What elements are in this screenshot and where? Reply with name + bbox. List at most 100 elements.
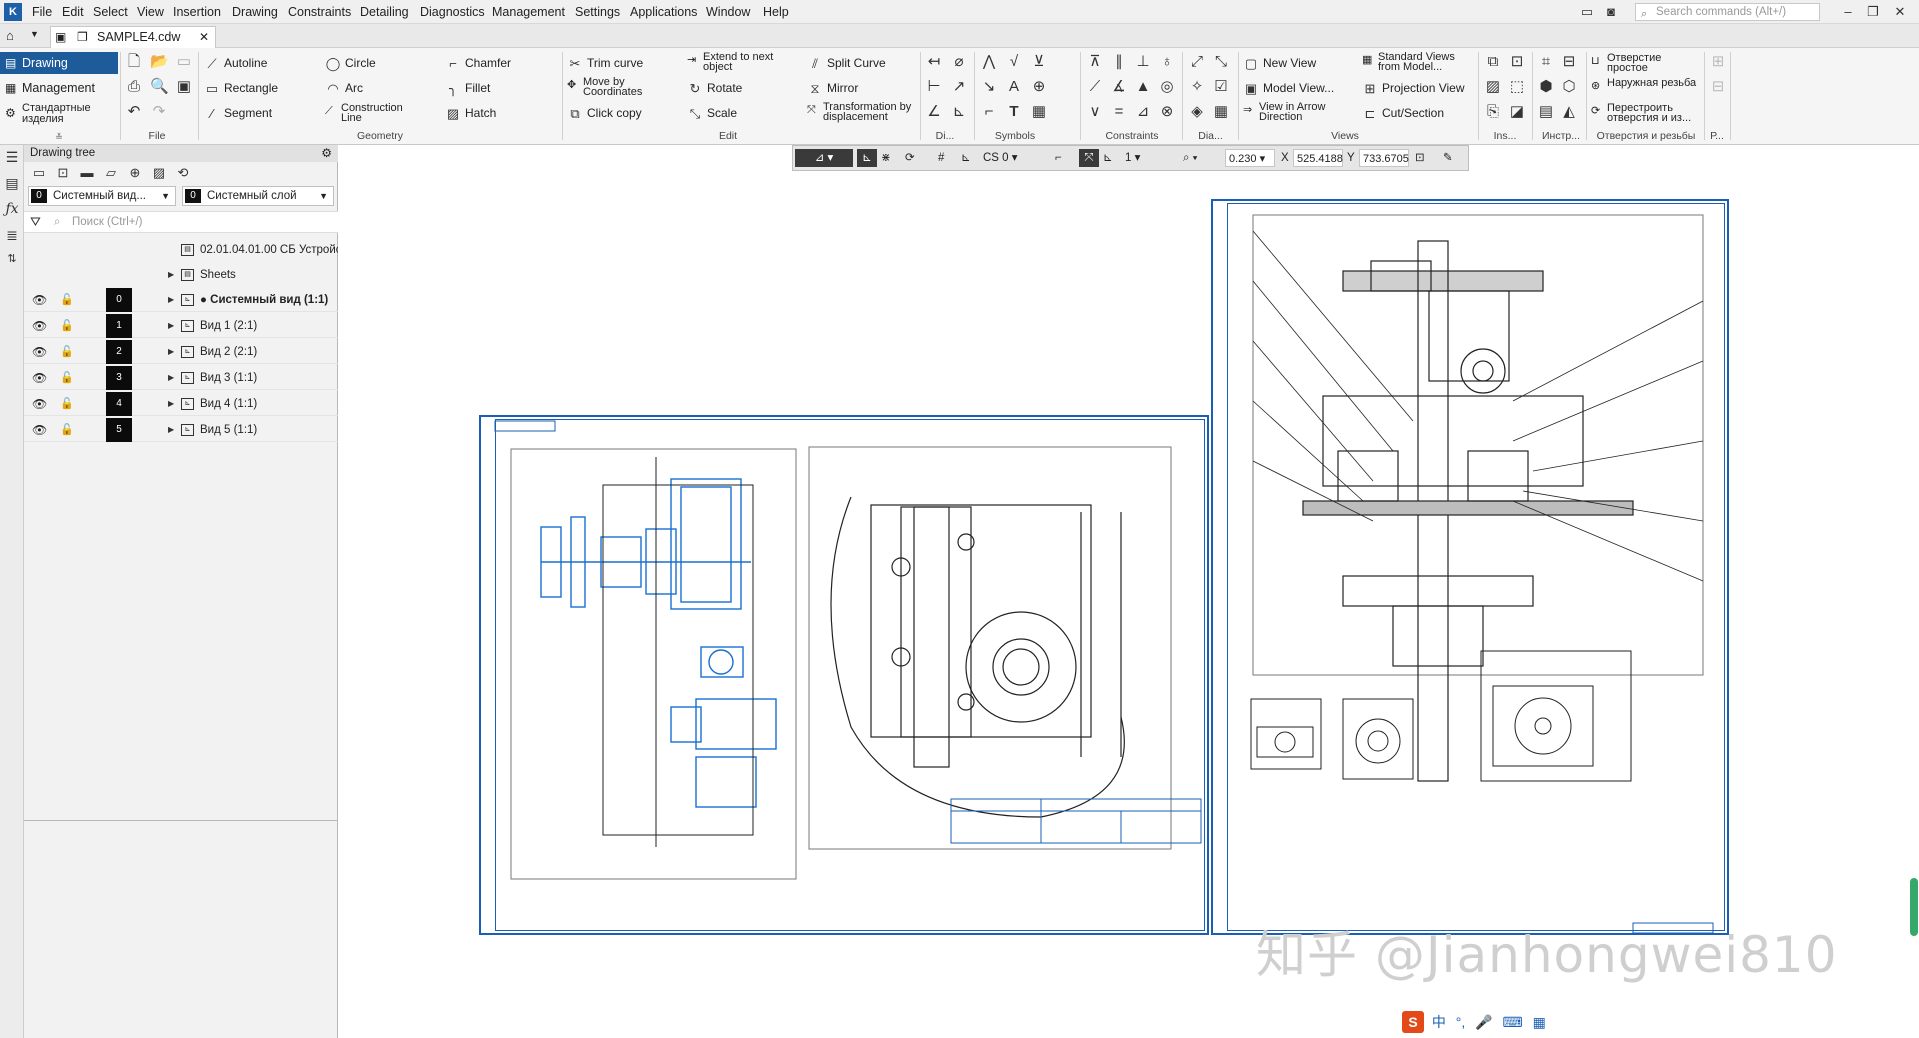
menu-edit[interactable]: Edit — [62, 5, 84, 19]
angle-constraint-icon[interactable]: ∡ — [1110, 78, 1128, 96]
segment-button[interactable]: ∕ Segment — [204, 107, 272, 121]
keyboard-icon[interactable]: ⌨ — [1503, 1014, 1523, 1030]
new-view-button[interactable]: ▢ New View — [1243, 57, 1316, 71]
view-in-arrow-direction-button[interactable]: ⇒ View in Arrow Direction — [1243, 102, 1359, 123]
menu-select[interactable]: Select — [93, 5, 128, 19]
view-combo[interactable]: 0 Системный вид... ▼ — [28, 186, 176, 206]
app-logo-icon[interactable]: K — [4, 3, 22, 21]
table-icon[interactable]: ▦ — [1030, 103, 1048, 121]
menu-drawing[interactable]: Drawing — [232, 5, 278, 19]
scale-button[interactable]: ⤡ Scale — [687, 107, 737, 121]
transformation-by-displacement-button[interactable]: ⤧ Transformation by displacement — [807, 102, 915, 123]
diag-grid-icon[interactable]: ▦ — [1212, 103, 1230, 121]
rotate-view-icon[interactable]: ⟳ — [905, 149, 925, 167]
tool2-icon[interactable]: ⊟ — [1560, 53, 1578, 71]
click-copy-button[interactable]: ⧉ Click copy — [567, 107, 641, 121]
visibility-eye-icon[interactable]: 👁 — [32, 418, 47, 442]
redo-icon[interactable]: ↷ — [150, 103, 168, 121]
restore-icon[interactable]: ❐ — [1862, 3, 1884, 21]
step-select[interactable]: 1 ▾ — [1125, 149, 1180, 167]
simple-hole-button[interactable]: ⊔ Отверстие простое — [1591, 53, 1697, 74]
text-icon[interactable]: T — [1005, 103, 1023, 121]
ime-language[interactable]: 中 — [1432, 1014, 1446, 1030]
save-icon[interactable]: ▭ — [175, 53, 193, 71]
zoom-input[interactable]: 0.230 ▾ — [1225, 149, 1275, 167]
extend-to-next-object-button[interactable]: ⇥ Extend to next object — [687, 52, 795, 73]
left-tab-standard-parts[interactable]: ⚙ Стандартные изделия — [0, 102, 118, 128]
tree-sheets-node[interactable]: ▶ ▤ Sheets — [24, 263, 338, 287]
diag-star-icon[interactable]: ✧ — [1188, 78, 1206, 96]
close-tab-icon[interactable]: ✕ — [199, 27, 209, 47]
left-tab-management[interactable]: ▦ Management — [0, 77, 118, 99]
tree-refresh-icon[interactable]: ⟲ — [174, 165, 192, 181]
perpendicular-icon[interactable]: ⊥ — [1134, 53, 1152, 71]
visibility-eye-icon[interactable]: 👁 — [32, 366, 47, 390]
tree-layer-icon[interactable]: ⏥ — [102, 165, 120, 181]
insert-image-icon[interactable]: ▨ — [1484, 78, 1502, 96]
menu-settings[interactable]: Settings — [575, 5, 620, 19]
microphone-icon[interactable]: 🎤 — [1475, 1014, 1492, 1030]
visibility-eye-icon[interactable]: 👁 — [32, 288, 47, 312]
left-tab-drawing[interactable]: ▤ Drawing — [0, 52, 118, 74]
undo-icon[interactable]: ↶ — [125, 103, 143, 121]
ortho-icon[interactable]: ⊾ — [857, 149, 877, 167]
layers-icon[interactable]: ≣ — [4, 227, 20, 243]
fillet-button[interactable]: ╮ Fillet — [445, 82, 490, 96]
tree-layout-icon[interactable]: ⊡ — [54, 165, 72, 181]
minimize-icon[interactable]: – — [1837, 3, 1859, 21]
roughness-icon[interactable]: √ — [1005, 53, 1023, 71]
weld-icon[interactable]: ⊕ — [1030, 78, 1048, 96]
local-cs-icon[interactable]: ⌐ — [1055, 149, 1071, 167]
diag-icon[interactable]: ⤢ — [1188, 53, 1206, 71]
print-icon[interactable]: ⎙ — [125, 78, 143, 96]
menu-constraints[interactable]: Constraints — [288, 5, 351, 19]
menu-view[interactable]: View — [137, 5, 164, 19]
tangent-icon[interactable]: ♁ — [1158, 53, 1176, 71]
tree-panel-icon[interactable]: ☰ — [4, 149, 20, 165]
tree-view-row[interactable]: 👁 🔓 1 ▶ ⊾ Вид 1 (2:1) — [24, 314, 338, 338]
tree-document-node[interactable]: ▤ 02.01.04.01.00 СБ Устройс — [24, 238, 338, 262]
chamfer-button[interactable]: ⌐ Chamfer — [445, 57, 511, 71]
visibility-eye-icon[interactable]: 👁 — [32, 314, 47, 338]
concentric-icon[interactable]: ◎ — [1158, 78, 1176, 96]
collapse-icon[interactable]: ≚ — [0, 132, 118, 143]
insert-link-icon[interactable]: ⎘ — [1484, 103, 1502, 121]
menu-window[interactable]: Window — [706, 5, 750, 19]
lock-icon[interactable]: 🔓 — [60, 392, 74, 416]
merge-icon[interactable]: ⊗ — [1158, 103, 1176, 121]
tool3-icon[interactable]: ⬢ — [1537, 78, 1555, 96]
expand-icon[interactable]: ▶ — [168, 366, 174, 390]
filter-funnel-icon[interactable]: ⛛ — [30, 212, 41, 232]
step-icon[interactable]: ⊾ — [1103, 149, 1119, 167]
circle-button[interactable]: ◯ Circle — [325, 57, 376, 71]
properties-panel-icon[interactable]: ▤ — [4, 175, 20, 191]
x-coordinate-input[interactable]: 525.4188 — [1293, 149, 1343, 167]
leader-icon[interactable]: ⋀ — [980, 53, 998, 71]
fullscreen-icon[interactable]: ◙ — [1600, 3, 1622, 21]
scroll-indicator[interactable] — [1910, 878, 1918, 936]
base-icon[interactable]: ⊻ — [1030, 53, 1048, 71]
expand-icon[interactable]: ▶ — [168, 418, 174, 442]
axes-icon[interactable]: ⊾ — [961, 149, 981, 167]
tool4-icon[interactable]: ⬡ — [1560, 78, 1578, 96]
ime-logo[interactable]: S — [1402, 1011, 1424, 1033]
autoline-button[interactable]: ⟋ Autoline — [204, 57, 267, 71]
visibility-eye-icon[interactable]: 👁 — [32, 340, 47, 364]
trim-curve-button[interactable]: ✂ Trim curve — [567, 57, 644, 71]
menu-management[interactable]: Management — [492, 5, 565, 19]
tool-icon[interactable]: ⌗ — [1537, 53, 1555, 71]
expand-icon[interactable]: ▶ — [168, 314, 174, 338]
settings-gear-icon[interactable]: ⚙ — [321, 145, 332, 162]
rectangle-button[interactable]: ▭ Rectangle — [204, 82, 278, 96]
tool6-icon[interactable]: ◭ — [1560, 103, 1578, 121]
diag-info-icon[interactable]: ◈ — [1188, 103, 1206, 121]
insert-macro-icon[interactable]: ◪ — [1508, 103, 1526, 121]
drawing-sheet-left[interactable] — [479, 415, 1209, 935]
drawing-canvas[interactable] — [338, 145, 1919, 1038]
expand-icon[interactable]: ▶ — [168, 263, 174, 287]
model-view-button[interactable]: ▣ Model View... — [1243, 82, 1334, 96]
tree-filter-icon[interactable]: ▭ — [30, 165, 48, 181]
home-icon[interactable]: ⌂ — [6, 28, 14, 43]
menu-insertion[interactable]: Insertion — [173, 5, 221, 19]
split-curve-button[interactable]: ⫽ Split Curve — [807, 57, 886, 71]
